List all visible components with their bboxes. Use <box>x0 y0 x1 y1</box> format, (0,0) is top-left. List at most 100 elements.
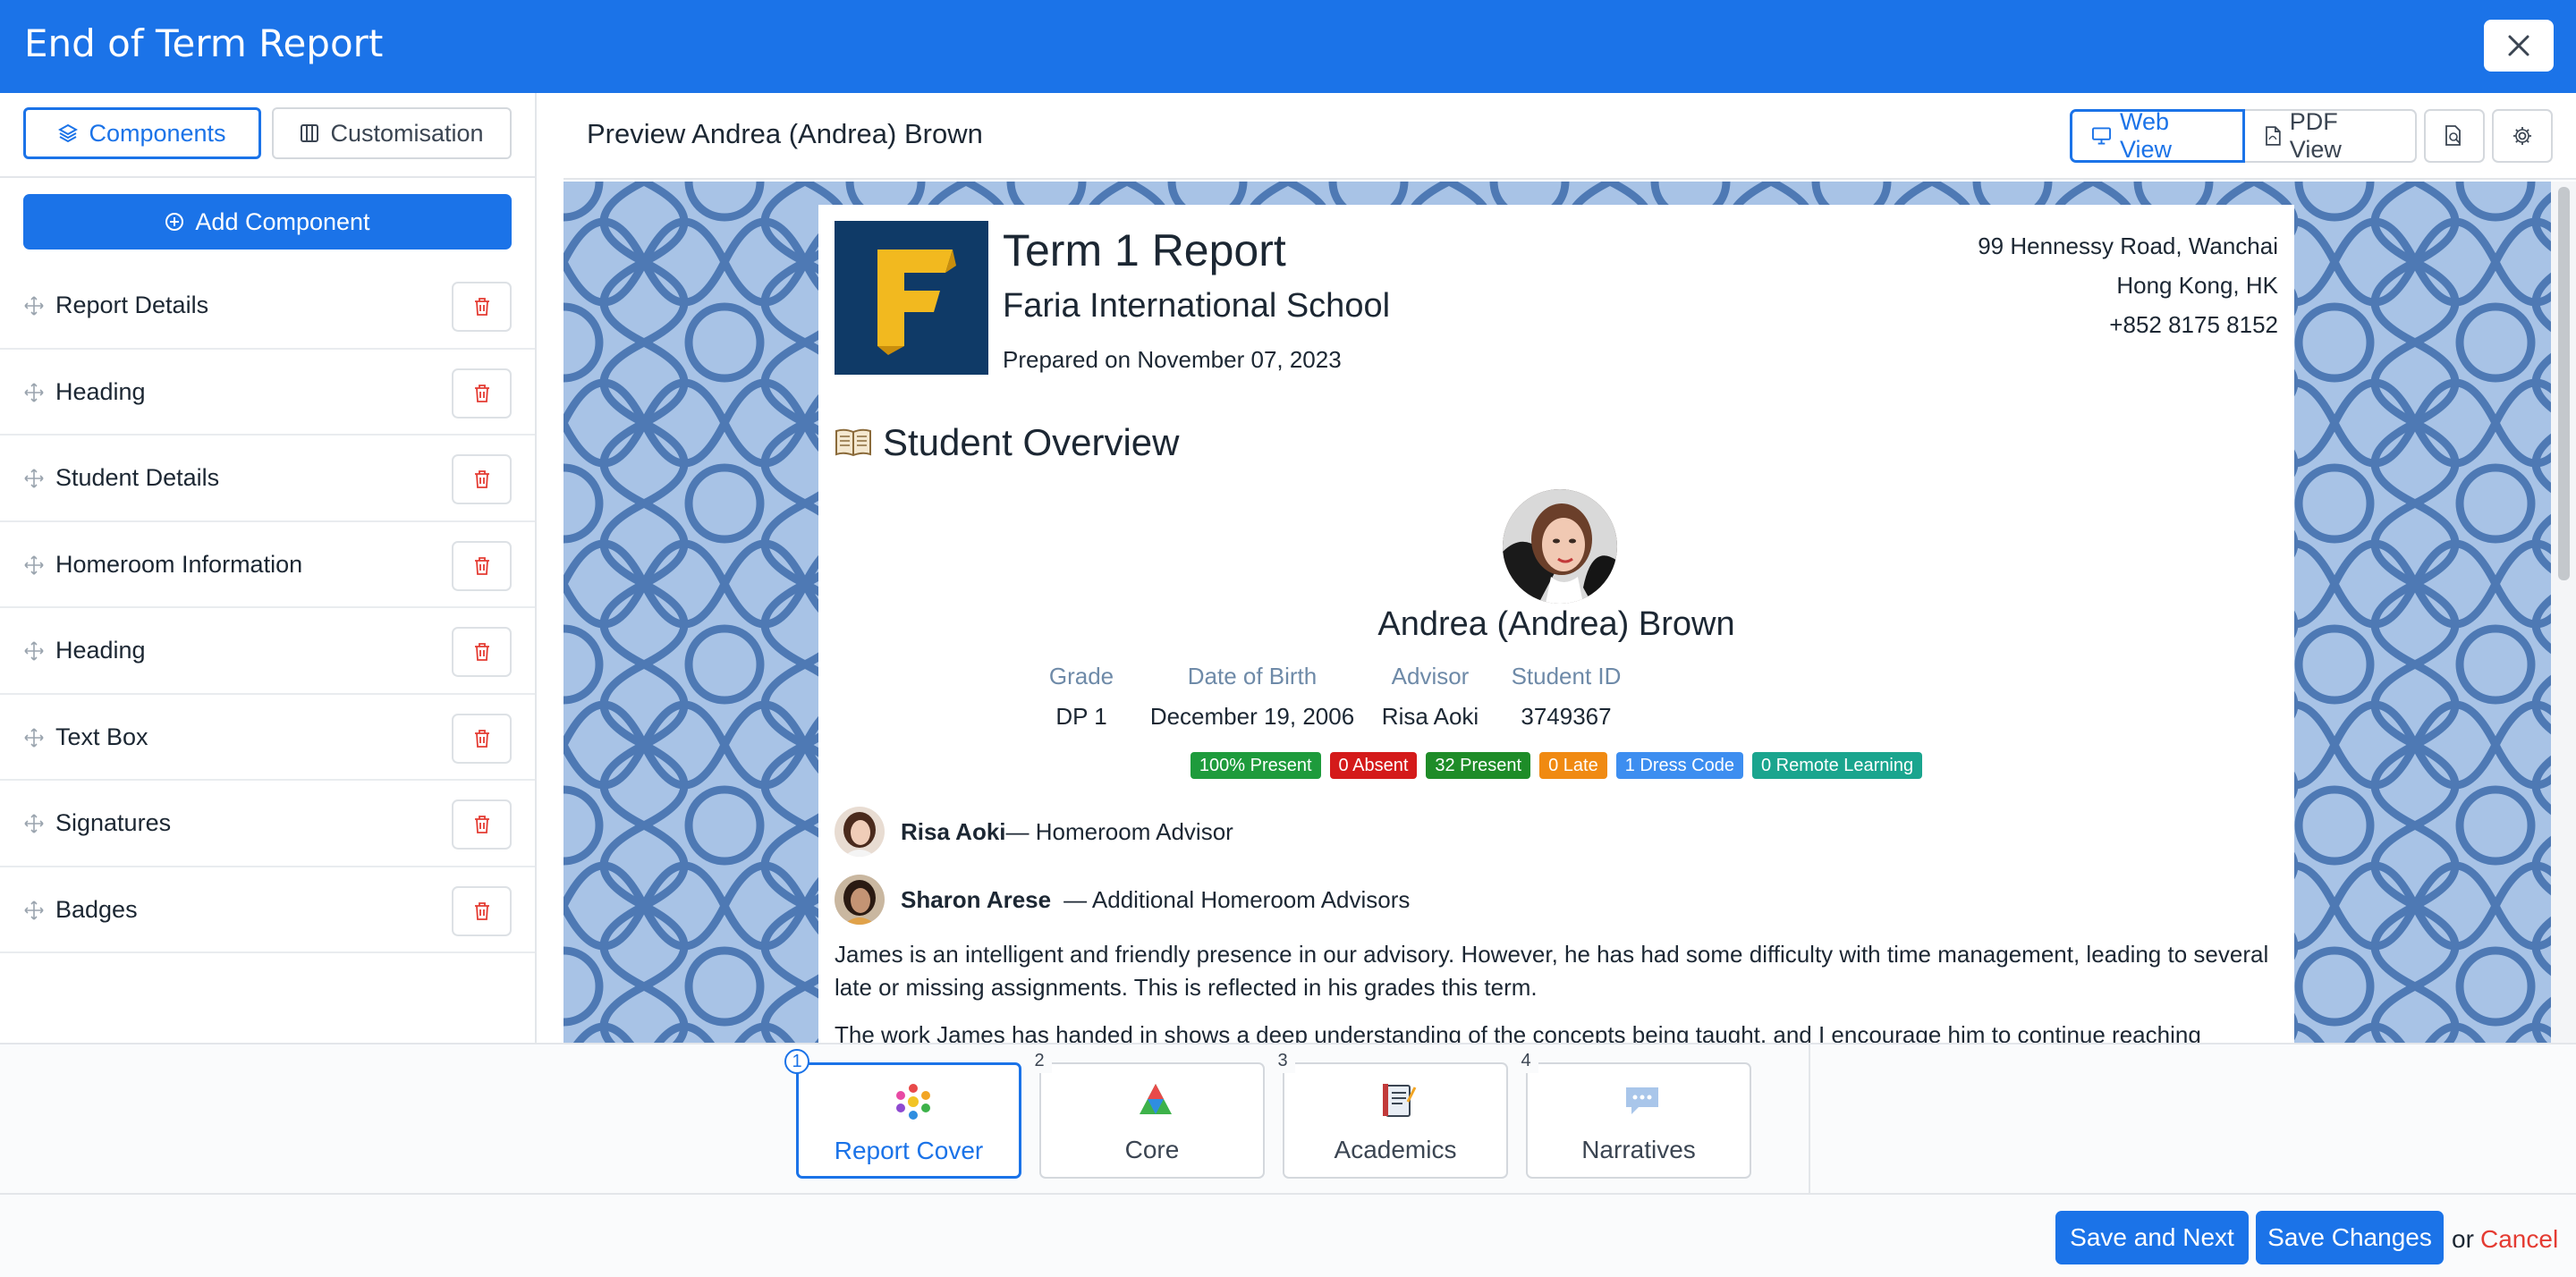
detail-student-id: Student ID 3749367 <box>1504 663 1629 731</box>
delete-component-button[interactable] <box>452 454 512 504</box>
tab-components-label: Components <box>89 119 226 147</box>
homeroom-advisor-row: Risa Aoki — Homeroom Advisor <box>835 806 1233 858</box>
narrative-paragraph: James is an intelligent and friendly pre… <box>835 941 2269 1001</box>
panel-tabs: Components Customisation <box>0 93 537 178</box>
delete-component-button[interactable] <box>452 799 512 850</box>
trash-icon <box>474 384 489 402</box>
scroll-thumb[interactable] <box>2558 187 2570 580</box>
drag-handle-icon[interactable] <box>23 554 45 576</box>
web-view-button[interactable]: Web View <box>2070 108 2245 163</box>
web-view-label: Web View <box>2119 108 2173 163</box>
trash-icon <box>474 729 489 748</box>
component-item[interactable]: Badges <box>0 867 535 953</box>
component-label: Heading <box>55 637 146 664</box>
trash-icon <box>474 470 489 488</box>
additional-advisor-row: Sharon Arese — Additional Homeroom Advis… <box>835 874 1410 926</box>
pdf-view-label: PDF View <box>2289 108 2342 163</box>
detail-value: 3749367 <box>1521 703 1612 730</box>
advisor-avatar <box>835 807 885 857</box>
book-icon <box>835 428 871 457</box>
core-icon <box>1140 1084 1172 1114</box>
drag-handle-icon[interactable] <box>23 640 45 662</box>
preview-title: Preview Andrea (Andrea) Brown <box>587 118 983 149</box>
step-narratives[interactable]: 4 Narratives <box>1513 1048 1751 1179</box>
save-changes-button[interactable]: Save Changes <box>2256 1211 2444 1264</box>
tab-components[interactable]: Components <box>23 107 261 159</box>
report-preview[interactable]: Term 1 Report Faria International School… <box>564 182 2551 1043</box>
preview-search-button[interactable] <box>2424 109 2485 163</box>
detail-dob: Date of Birth December 19, 2006 <box>1149 663 1355 731</box>
drag-handle-icon[interactable] <box>23 727 45 748</box>
preview-settings-button[interactable] <box>2492 109 2553 163</box>
advisor-role: — Homeroom Advisor <box>1005 817 1233 845</box>
drag-handle-icon[interactable] <box>23 382 45 403</box>
step-report-cover[interactable]: 1 Report Cover <box>784 1049 1021 1179</box>
component-item[interactable]: Text Box <box>0 695 535 781</box>
component-label: Text Box <box>55 723 148 750</box>
component-item[interactable]: Report Details <box>0 263 535 350</box>
badge-late: 0 Late <box>1539 752 1607 779</box>
drag-handle-icon[interactable] <box>23 295 45 317</box>
badge-absent: 0 Absent <box>1329 752 1418 779</box>
or-text: or <box>2452 1225 2474 1253</box>
badge-present-percent: 100% Present <box>1190 752 1321 779</box>
address-line: Hong Kong, HK <box>2116 272 2278 299</box>
address-line: 99 Hennessy Road, Wanchai <box>1978 233 2278 259</box>
pdf-view-button[interactable]: PDF View <box>2245 108 2417 163</box>
preview-scrollbar[interactable] <box>2551 182 2576 1043</box>
school-address: 99 Hennessy Road, Wanchai Hong Kong, HK … <box>1978 226 2278 344</box>
step-label: Core <box>1124 1136 1180 1163</box>
step-core[interactable]: 2 Core <box>1027 1048 1265 1179</box>
detail-grade: Grade DP 1 <box>1028 663 1135 731</box>
delete-component-button[interactable] <box>452 713 512 764</box>
component-item[interactable]: Heading <box>0 608 535 695</box>
badge-present-count: 32 Present <box>1426 752 1531 779</box>
delete-component-button[interactable] <box>452 368 512 419</box>
delete-component-button[interactable] <box>452 540 512 591</box>
cancel-link[interactable]: Cancel <box>2480 1225 2558 1254</box>
step-label: Academics <box>1334 1136 1457 1163</box>
trash-icon <box>474 816 489 833</box>
columns-icon <box>301 124 319 142</box>
delete-component-button[interactable] <box>452 282 512 332</box>
component-item[interactable]: Heading <box>0 350 535 436</box>
window-title: End of Term Report <box>24 21 384 65</box>
plus-circle-icon <box>165 213 184 231</box>
component-label: Student Details <box>55 464 220 491</box>
steps-divider <box>1809 1044 1810 1195</box>
component-item[interactable]: Homeroom Information <box>0 522 535 608</box>
drag-handle-icon[interactable] <box>23 813 45 834</box>
layers-icon <box>58 123 79 143</box>
academics-icon <box>1383 1084 1417 1117</box>
save-and-next-button[interactable]: Save and Next <box>2055 1211 2249 1264</box>
drag-handle-icon[interactable] <box>23 900 45 921</box>
drag-handle-icon[interactable] <box>23 468 45 489</box>
step-academics[interactable]: 3 Academics <box>1270 1048 1508 1179</box>
detail-key: Student ID <box>1511 663 1622 689</box>
trash-icon <box>474 643 489 661</box>
pdf-file-icon <box>2266 126 2281 146</box>
close-button[interactable] <box>2484 20 2554 72</box>
logo-f-icon <box>835 221 988 375</box>
detail-value: December 19, 2006 <box>1149 703 1355 730</box>
step-number: 1 <box>784 1049 809 1074</box>
delete-component-button[interactable] <box>452 627 512 677</box>
tab-customisation[interactable]: Customisation <box>272 107 512 159</box>
delete-component-button[interactable] <box>452 885 512 936</box>
badge-dress-code: 1 Dress Code <box>1615 752 1743 779</box>
component-item[interactable]: Signatures <box>0 781 535 867</box>
detail-key: Date of Birth <box>1187 663 1318 689</box>
monitor-icon <box>2092 127 2111 145</box>
report-cover-icon <box>896 1084 930 1120</box>
component-label: Heading <box>55 377 146 405</box>
file-search-icon <box>2445 125 2461 146</box>
trash-icon <box>474 556 489 575</box>
attendance-badges: 100% Present 0 Absent 32 Present 0 Late … <box>818 752 2294 779</box>
trash-icon <box>474 298 489 316</box>
step-label: Narratives <box>1581 1136 1696 1163</box>
step-label: Report Cover <box>834 1137 984 1164</box>
component-item[interactable]: Student Details <box>0 436 535 522</box>
detail-key: Advisor <box>1391 663 1470 689</box>
school-name: Faria International School <box>1003 287 1391 325</box>
add-component-button[interactable]: Add Component <box>23 194 512 249</box>
